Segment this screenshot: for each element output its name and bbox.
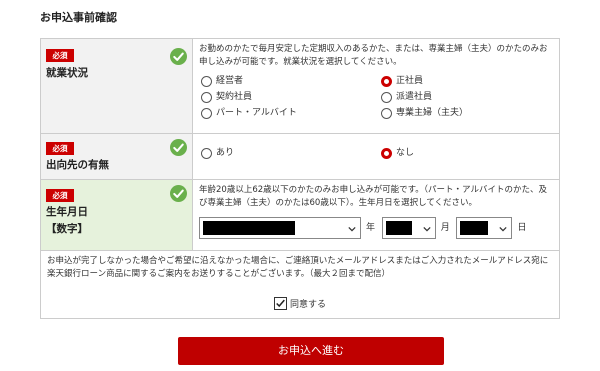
radio-circle[interactable] [381, 92, 392, 103]
employment-options: 経営者 正社員 契約社員 派遣社員 パート・アルバイト 専業主婦（主夫） [201, 75, 553, 120]
day-select[interactable] [456, 217, 513, 239]
radio-label: パート・アルバイト [216, 108, 297, 118]
required-badge: 必須 [46, 189, 74, 202]
agree-label: 同意する [289, 300, 326, 310]
radio-option[interactable]: 正社員 [381, 75, 521, 88]
day-redacted-value [460, 221, 489, 235]
birthdate-label-cell: 必須 生年月日 【数字】 [41, 180, 193, 250]
month-select[interactable] [381, 217, 436, 239]
required-badge: 必須 [46, 142, 74, 155]
secondment-label: 出向先の有無 [46, 159, 109, 171]
radio-option[interactable]: あり [201, 147, 381, 160]
radio-circle[interactable] [201, 108, 212, 119]
radio-label: 専業主婦（主夫） [396, 108, 469, 118]
radio-circle[interactable] [201, 92, 212, 103]
radio-option[interactable]: 経営者 [201, 75, 381, 88]
radio-label: 派遣社員 [396, 92, 433, 102]
birthdate-content: 年齢20歳以上62歳以下のかたのみお申し込みが可能です。（パート・アルバイトのか… [193, 180, 559, 250]
radio-option[interactable]: パート・アルバイト [201, 107, 381, 120]
employment-content: お勤めのかたで毎月安定した定期収入のあるかた、または、専業主婦（主夫）のかたのみ… [193, 39, 559, 133]
birthdate-selects: 年 月 日 [199, 217, 553, 239]
radio-option[interactable]: 派遣社員 [381, 91, 521, 104]
submit-button[interactable]: お申込へ進む [178, 337, 444, 365]
radio-label: 経営者 [216, 76, 244, 86]
secondment-options: あり なし [201, 147, 553, 160]
agree-control[interactable]: 同意する [41, 297, 559, 310]
employment-label-cell: 必須 就業状況 [41, 39, 193, 133]
birthdate-label: 生年月日 [46, 206, 88, 218]
month-unit: 月 [440, 222, 450, 233]
notice-text: お申込が完了しなかった場合やご希望に沿えなかった場合に、ご連絡頂いたメールアドレ… [47, 256, 549, 279]
radio-circle[interactable] [201, 148, 212, 159]
day-unit: 日 [517, 222, 527, 233]
radio-option[interactable]: 契約社員 [201, 91, 381, 104]
chevron-down-icon [348, 226, 356, 232]
secondment-row: 必須 出向先の有無 あり なし [41, 134, 559, 180]
radio-label: 契約社員 [216, 92, 253, 102]
page-title: お申込事前確認 [40, 11, 117, 24]
notice-section: お申込が完了しなかった場合やご希望に沿えなかった場合に、ご連絡頂いたメールアドレ… [41, 251, 559, 310]
employment-row: 必須 就業状況 お勤めのかたで毎月安定した定期収入のあるかた、または、専業主婦（… [41, 39, 559, 134]
radio-option[interactable]: 専業主婦（主夫） [381, 107, 521, 120]
checkmark-icon [276, 299, 285, 308]
radio-label: なし [396, 148, 415, 158]
secondment-content: あり なし [193, 134, 559, 179]
birthdate-description: 年齢20歳以上62歳以下のかたのみお申し込みが可能です。（パート・アルバイトのか… [199, 185, 547, 208]
confirmation-form: 必須 就業状況 お勤めのかたで毎月安定した定期収入のあるかた、または、専業主婦（… [40, 38, 560, 319]
radio-label: 正社員 [396, 76, 424, 86]
agree-checkbox[interactable] [273, 297, 287, 310]
radio-circle-selected[interactable] [381, 76, 392, 87]
check-circle-icon [170, 139, 187, 156]
radio-circle[interactable] [201, 76, 212, 87]
year-unit: 年 [366, 222, 376, 233]
radio-option[interactable]: なし [381, 147, 521, 160]
check-circle-icon [170, 185, 187, 202]
year-redacted-value [203, 221, 295, 235]
year-select[interactable] [199, 217, 361, 239]
required-badge: 必須 [46, 49, 74, 62]
radio-label: あり [216, 148, 235, 158]
employment-description: お勤めのかたで毎月安定した定期収入のあるかた、または、専業主婦（主夫）のかたのみ… [199, 44, 548, 67]
radio-circle[interactable] [381, 108, 392, 119]
employment-label: 就業状況 [46, 67, 88, 79]
check-circle-icon [170, 48, 187, 65]
secondment-label-cell: 必須 出向先の有無 [41, 134, 193, 179]
birthdate-sublabel: 【数字】 [46, 223, 88, 235]
month-redacted-value [385, 221, 412, 235]
chevron-down-icon [423, 226, 431, 232]
birthdate-row: 必須 生年月日 【数字】 年齢20歳以上62歳以下のかたのみお申し込みが可能です… [41, 180, 559, 251]
radio-circle-selected[interactable] [381, 148, 392, 159]
chevron-down-icon [499, 226, 508, 232]
